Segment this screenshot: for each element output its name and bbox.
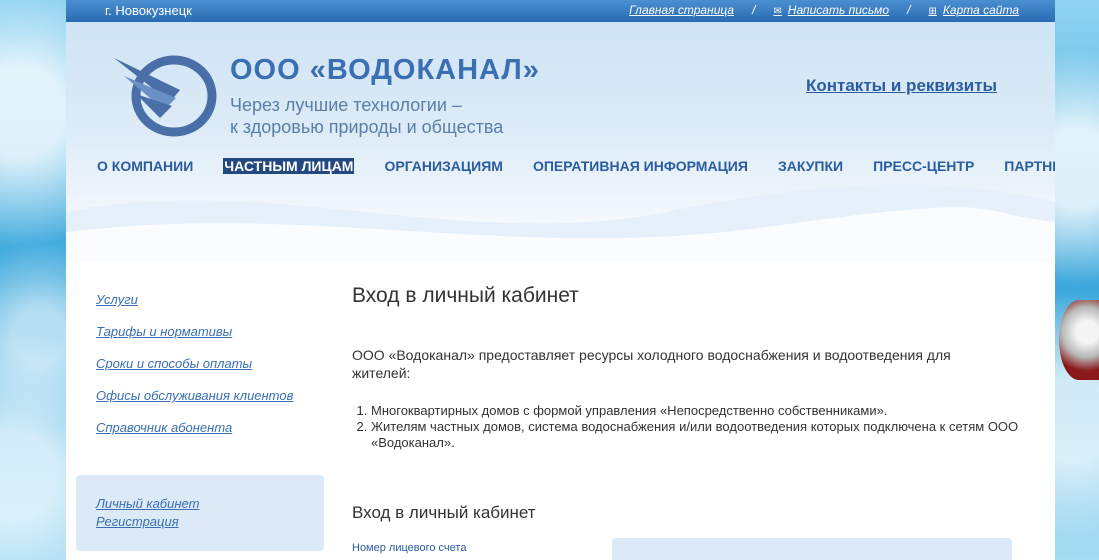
page: ООО «ВОДОКАНАЛ» Через лучшие технологии … xyxy=(66,22,1055,560)
brand-title: ООО «ВОДОКАНАЛ» xyxy=(230,54,540,86)
nav-item-company[interactable]: О КОМПАНИИ xyxy=(97,158,193,174)
list-item: Многоквартирных домов с формой управлени… xyxy=(371,403,1042,419)
page-title: Вход в личный кабинет xyxy=(352,284,579,307)
nav-item-operational-info[interactable]: ОПЕРАТИВНАЯ ИНФОРМАЦИЯ xyxy=(533,158,748,174)
home-link[interactable]: Главная страница xyxy=(629,3,734,17)
background-frost-left xyxy=(0,0,66,560)
login-form-panel xyxy=(612,538,1012,560)
christmas-ornament xyxy=(1059,300,1099,380)
account-number-label: Номер лицевого счета xyxy=(352,542,467,554)
background-frost-right xyxy=(1055,0,1099,560)
contacts-link[interactable]: Контакты и реквизиты xyxy=(806,76,997,96)
slogan-line-1: Через лучшие технологии – xyxy=(230,95,462,115)
residents-list: Многоквартирных домов с формой управлени… xyxy=(352,403,1042,451)
sidebar-item-payment[interactable]: Сроки и способы оплаты xyxy=(96,356,293,371)
nav-item-organizations[interactable]: ОРГАНИЗАЦИЯМ xyxy=(384,158,502,174)
slogan: Через лучшие технологии – к здоровью при… xyxy=(230,94,503,138)
top-links: Главная страница / ✉ Написать письмо / ⊞ К… xyxy=(629,3,1019,17)
list-item: Жителям частных домов, система водоснабж… xyxy=(371,419,1042,451)
cabinet-link[interactable]: Личный кабинет xyxy=(96,496,199,511)
main-nav: О КОМПАНИИ ЧАСТНЫМ ЛИЦАМ ОРГАНИЗАЦИЯМ ОП… xyxy=(97,158,1055,174)
separator: / xyxy=(752,3,756,17)
logo-icon xyxy=(114,55,217,137)
sidebar-item-tariffs[interactable]: Тарифы и нормативы xyxy=(96,324,293,339)
main-content: Вход в личный кабинет ООО «Водоканал» пр… xyxy=(352,284,1042,523)
header: ООО «ВОДОКАНАЛ» Через лучшие технологии … xyxy=(66,22,1055,262)
sidebar: Услуги Тарифы и нормативы Сроки и способ… xyxy=(96,292,293,452)
register-link[interactable]: Регистрация xyxy=(96,514,179,529)
nav-item-partners[interactable]: ПАРТНЕРЫ xyxy=(1004,158,1055,174)
write-letter-label: Написать письмо xyxy=(787,3,890,17)
sitemap-link[interactable]: ⊞ Карта сайта xyxy=(928,3,1019,17)
envelope-icon: ✉ xyxy=(773,6,782,17)
header-wave xyxy=(66,184,1055,262)
intro-text: ООО «Водоканал» предоставляет ресурсы хо… xyxy=(352,347,951,381)
sidebar-item-offices[interactable]: Офисы обслуживания клиентов xyxy=(96,388,293,403)
sidebar-item-services[interactable]: Услуги xyxy=(96,292,293,307)
separator: / xyxy=(907,3,911,17)
write-letter-link[interactable]: ✉ Написать письмо xyxy=(773,3,889,17)
sitemap-label: Карта сайта xyxy=(942,3,1019,17)
nav-item-press[interactable]: ПРЕСС-ЦЕНТР xyxy=(873,158,974,174)
sitemap-icon: ⊞ xyxy=(928,6,937,17)
account-box: Личный кабинет Регистрация xyxy=(76,475,324,551)
nav-item-purchases[interactable]: ЗАКУПКИ xyxy=(778,158,843,174)
login-heading: Вход в личный кабинет xyxy=(352,503,536,522)
sidebar-item-handbook[interactable]: Справочник абонента xyxy=(96,420,293,435)
slogan-line-2: к здоровью природы и общества xyxy=(230,117,504,137)
nav-item-private[interactable]: ЧАСТНЫМ ЛИЦАМ xyxy=(223,158,355,174)
top-bar: г. Новокузнецк Главная страница / ✉ Напис… xyxy=(66,0,1055,22)
city-label: г. Новокузнецк xyxy=(105,3,192,18)
